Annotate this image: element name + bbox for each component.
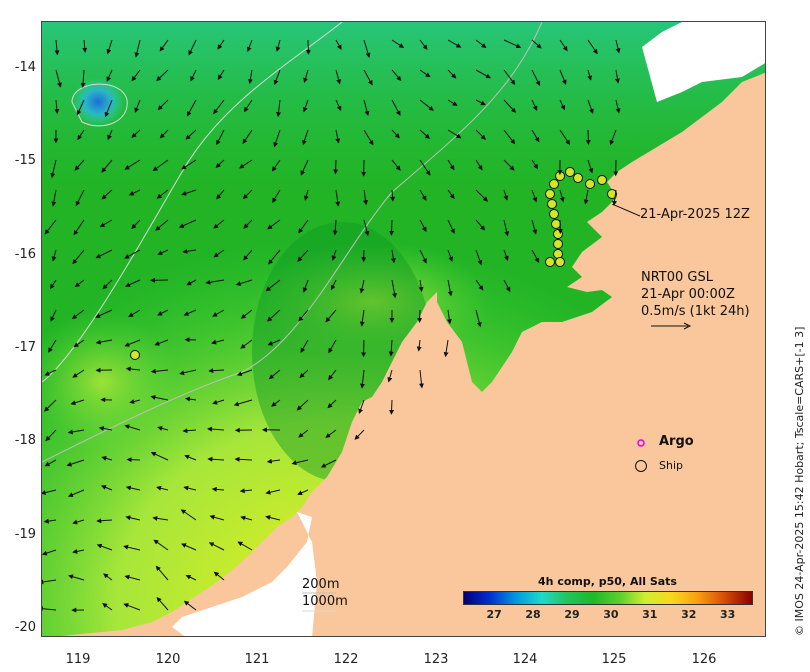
colorbar-title: 4h comp, p50, All Sats: [538, 575, 677, 588]
contour-legend-lines: [302, 592, 336, 612]
ship-legend-label: Ship: [659, 459, 683, 472]
x-tick-label: 120: [155, 652, 181, 667]
x-tick-label: 121: [244, 652, 270, 667]
y-tick-label: -17: [14, 340, 36, 355]
x-tick-label: 124: [512, 652, 538, 667]
credit-text: © IMOS 24-Apr-2025 15:42 Hobart; Tscale=…: [793, 326, 806, 636]
ship-symbol-icon: [635, 460, 647, 472]
current-vector: [389, 219, 395, 236]
x-tick-label: 126: [691, 652, 717, 667]
current-vector: [361, 339, 367, 358]
colorbar-tick-label: 33: [719, 608, 736, 621]
y-tick-label: -16: [14, 247, 36, 262]
y-tick-label: -14: [14, 60, 36, 75]
current-vector: [305, 39, 311, 55]
y-tick-label: -18: [14, 433, 36, 448]
colorbar-tick-label: 31: [642, 608, 658, 621]
current-vector: [126, 457, 141, 463]
ship-track-label: 21-Apr-2025 12Z: [640, 207, 750, 222]
current-time-label: 21-Apr 00:00Z: [641, 287, 735, 302]
current-vector: [333, 159, 339, 175]
y-tick-label: -20: [14, 620, 36, 635]
colorbar-tick-label: 30: [603, 608, 619, 621]
x-tick-label: 123: [423, 652, 449, 667]
x-tick-label: 125: [601, 652, 627, 667]
current-scale-label: 0.5m/s (1kt 24h): [641, 304, 750, 319]
current-vector: [417, 309, 423, 323]
cool-eddy-spot: [72, 78, 124, 126]
colorbar-tick-label: 27: [486, 608, 502, 621]
current-source-label: NRT00 GSL: [641, 270, 713, 285]
colorbar-tick-label: 28: [525, 608, 541, 621]
contour-200m-label: 200m: [302, 577, 340, 592]
argo-symbol-icon: [637, 439, 645, 447]
ship-marker-west: [130, 350, 140, 360]
current-vector: [389, 399, 395, 415]
x-tick-label: 122: [333, 652, 359, 667]
ship-track-pointer: [612, 204, 641, 217]
colorbar-legend: 4h comp, p50, All Sats 27 28 29 30 31 32 33: [455, 573, 760, 625]
x-tick-label: 119: [65, 652, 91, 667]
argo-legend-label: Argo: [659, 434, 694, 449]
colorbar-tick-label: 32: [681, 608, 697, 621]
y-tick-label: -19: [14, 527, 36, 542]
colorbar-tick-label: 29: [564, 608, 580, 621]
colorbar: [463, 591, 753, 605]
y-tick-label: -15: [14, 153, 36, 168]
scale-arrow: [651, 322, 692, 330]
